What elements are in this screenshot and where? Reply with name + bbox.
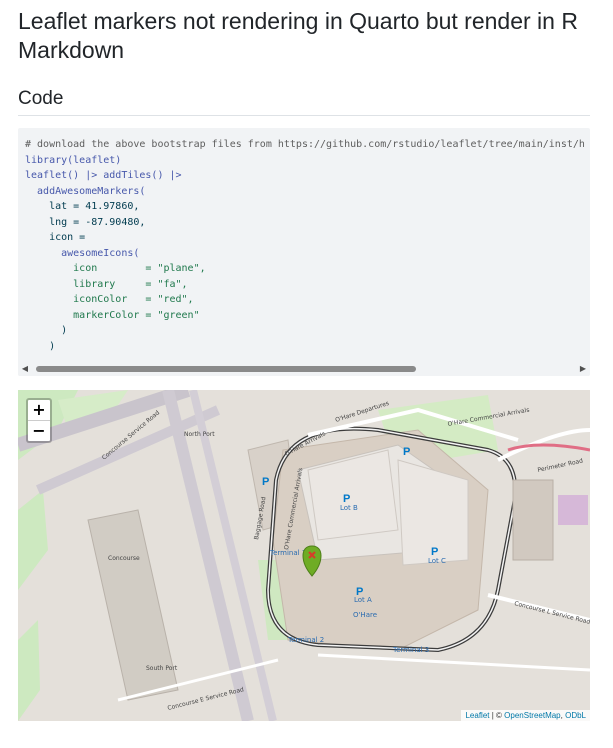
code-line-11: iconColor = "red",	[25, 294, 194, 305]
code-line-2: library(leaflet)	[25, 154, 122, 166]
scrollbar-track[interactable]	[32, 366, 576, 372]
label-north-port: North Port	[184, 431, 215, 438]
code-block[interactable]: # download the above bootstrap files fro…	[18, 128, 590, 376]
code-line-8: awesomeIcons(	[25, 247, 140, 259]
label-concourse: Concourse	[108, 555, 140, 562]
code-line-5: lat = 41.97860,	[25, 201, 140, 212]
code-line-14: )	[25, 340, 56, 352]
code-line-3: leaflet() |> addTiles() |>	[25, 170, 182, 181]
map-tiles: O'Hare Departures O'Hare Arrivals O'Hare…	[18, 390, 590, 721]
label-ohare-station: O'Hare	[353, 611, 377, 619]
code-listing: # download the above bootstrap files fro…	[25, 137, 585, 352]
label-terminal-3: Terminal 3	[392, 646, 429, 654]
code-line-7: icon =	[25, 232, 86, 243]
parking-icon: P	[262, 476, 269, 488]
zoom-out-button[interactable]: −	[28, 420, 50, 441]
label-lot-b: Lot B	[340, 504, 358, 512]
code-line-4: addAwesomeMarkers(	[25, 185, 146, 197]
scroll-right-arrow-icon[interactable]: ▶	[576, 362, 590, 376]
code-line-13: )	[25, 325, 68, 336]
scrollbar-thumb[interactable]	[36, 366, 416, 372]
parking-icon: P	[431, 546, 438, 558]
parking-icon: P	[403, 446, 410, 458]
map-attribution: Leaflet | © OpenStreetMap, ODbL	[461, 710, 590, 721]
attribution-separator: | ©	[489, 711, 505, 720]
horizontal-scrollbar[interactable]: ◀ ▶	[18, 362, 590, 376]
attribution-osm-link[interactable]: OpenStreetMap	[504, 711, 560, 720]
section-heading-code: Code	[18, 88, 64, 109]
label-lot-c: Lot C	[428, 557, 446, 565]
code-line-6: lng = -87.90480,	[25, 216, 146, 228]
code-line-1: # download the above bootstrap files fro…	[25, 139, 585, 150]
code-line-9: icon = "plane",	[25, 263, 206, 274]
zoom-control: + −	[26, 398, 52, 443]
label-terminal-1: Terminal 1	[269, 549, 306, 557]
scroll-left-arrow-icon[interactable]: ◀	[18, 362, 32, 376]
attribution-odbl-link[interactable]: ODbL	[565, 711, 586, 720]
section-divider	[18, 115, 590, 116]
label-south-port: South Port	[146, 665, 178, 672]
parking-icon: P	[356, 586, 363, 598]
page-title: Leaflet markers not rendering in Quarto …	[18, 8, 578, 63]
label-terminal-2: Terminal 2	[287, 636, 324, 644]
leaflet-map[interactable]: O'Hare Departures O'Hare Arrivals O'Hare…	[18, 390, 590, 721]
attribution-leaflet-link[interactable]: Leaflet	[465, 711, 489, 720]
parking-icon: P	[343, 493, 350, 505]
zoom-in-button[interactable]: +	[28, 400, 50, 420]
code-line-10: library = "fa",	[25, 278, 188, 290]
code-line-12: markerColor = "green"	[25, 309, 200, 321]
